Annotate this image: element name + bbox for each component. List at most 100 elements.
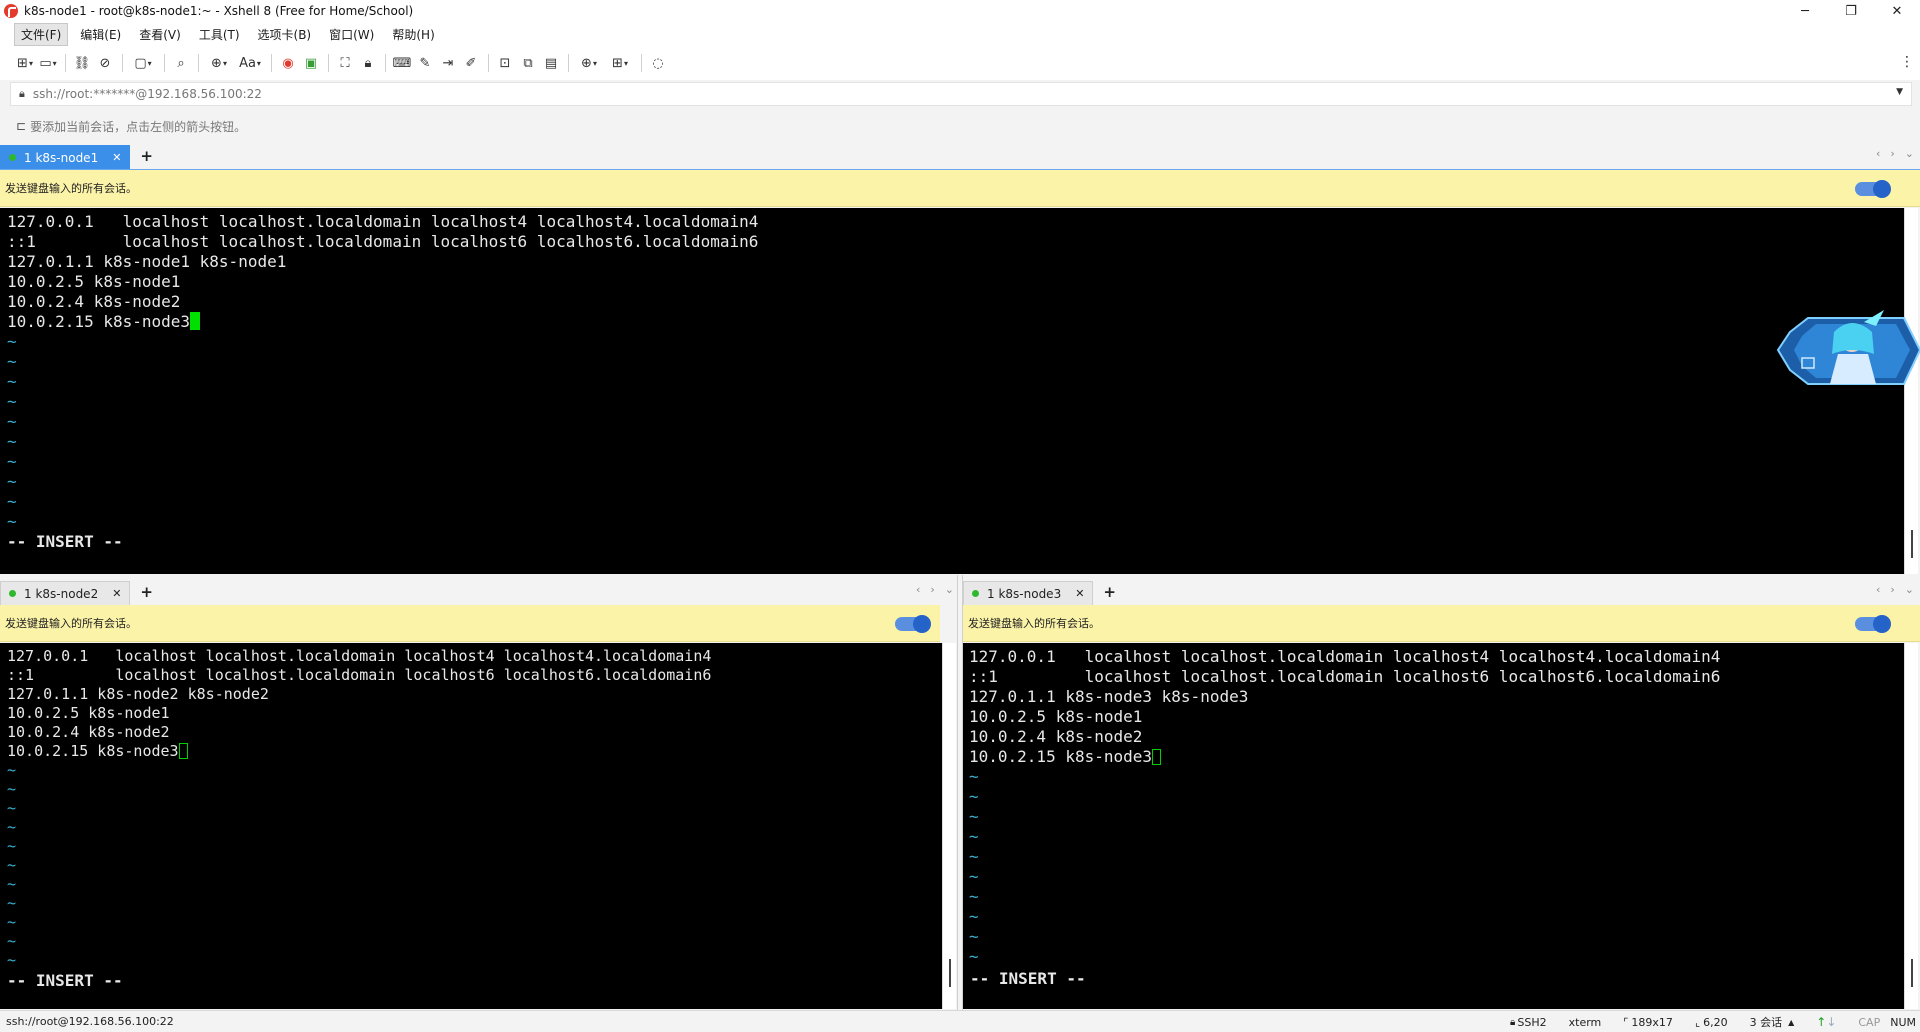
tab-group-icon[interactable]: ⧉	[517, 52, 539, 74]
send-all-toggle[interactable]	[1855, 180, 1891, 198]
vim-tilde-line: ~	[7, 799, 17, 817]
vertical-scrollbar[interactable]	[942, 643, 956, 1009]
scrollbar-thumb[interactable]	[1911, 530, 1913, 558]
vim-mode-line: -- INSERT --	[970, 969, 1086, 988]
vim-tilde-line: ~	[969, 767, 979, 786]
tab-k8s-node1[interactable]: 1 k8s-node1 ✕	[0, 145, 131, 169]
session-manager-icon[interactable]: ⊏	[16, 119, 26, 133]
menu-tools[interactable]: 工具(T)	[193, 24, 246, 45]
add-tab-button[interactable]: +	[140, 147, 153, 165]
vim-tilde-line: ~	[969, 887, 979, 906]
terminal-k8s-node2[interactable]: 127.0.0.1 localhost localhost.localdomai…	[0, 643, 942, 1009]
connected-status-dot	[9, 154, 16, 161]
close-tab-icon[interactable]: ✕	[112, 151, 121, 164]
keyboard-icon[interactable]: ⌨	[391, 52, 413, 74]
hosts-line: 10.0.2.4 k8s-node2	[7, 292, 181, 311]
more-options-icon[interactable]: ⋮	[1900, 54, 1914, 70]
reconnect-icon[interactable]: ⛓	[71, 52, 93, 74]
close-button[interactable]: ✕	[1874, 0, 1920, 22]
disconnect-icon[interactable]: ⊘	[94, 52, 116, 74]
vim-tilde-line: ~	[7, 492, 17, 511]
menu-edit[interactable]: 编辑(E)	[74, 24, 127, 45]
hosts-line: 127.0.1.1 k8s-node2 k8s-node2	[7, 685, 269, 703]
vim-tilde-line: ~	[7, 412, 17, 431]
hosts-line: 10.0.2.15 k8s-node3	[969, 747, 1153, 766]
send-all-toggle[interactable]	[1855, 615, 1891, 633]
chevron-down-icon[interactable]: ⌄	[1905, 147, 1914, 160]
globe-icon[interactable]: ⊕ ▾	[204, 52, 234, 74]
maximize-button[interactable]: ❐	[1828, 0, 1874, 22]
menu-tabs[interactable]: 选项卡(B)	[252, 24, 318, 45]
vim-tilde-line: ~	[969, 947, 979, 966]
hosts-line: 10.0.2.4 k8s-node2	[969, 727, 1143, 746]
lock-icon[interactable]: 🔒︎	[357, 52, 379, 74]
chevron-right-icon[interactable]: ›	[930, 583, 934, 596]
close-tab-icon[interactable]: ✕	[1075, 587, 1084, 600]
session-hint-bar: ⊏ 要添加当前会话，点击左侧的箭头按钮。	[0, 114, 1920, 138]
lock-icon: 🔒︎	[1510, 1016, 1516, 1028]
xshell-icon[interactable]: ◉	[277, 52, 299, 74]
vim-tilde-line: ~	[7, 761, 17, 779]
chevron-down-icon[interactable]: ⌄	[945, 583, 954, 596]
vertical-scrollbar[interactable]	[1904, 643, 1918, 1009]
message-icon[interactable]: ▤	[540, 52, 562, 74]
chevron-left-icon[interactable]: ‹	[1876, 147, 1880, 160]
vim-tilde-line: ~	[7, 352, 17, 371]
terminal-k8s-node1[interactable]: 127.0.0.1 localhost localhost.localdomai…	[0, 208, 1904, 574]
toolbar: ⊞ ▾ ▭ ▾ ⛓ ⊘ ▢ ▾ ⌕ ⊕ ▾ Aa ▾ ◉ ▣ ⛶ 🔒︎ ⌨ ✎ ⇥ ✐ ⊡…	[0, 46, 1920, 80]
terminal-size-indicator: ⌜ 189x17	[1623, 1016, 1673, 1029]
layout-icon[interactable]: ⊞ ▾	[605, 52, 635, 74]
add-tab-button[interactable]: +	[1103, 583, 1116, 601]
address-bar[interactable]: 🔒︎ ssh://root:*******@192.168.56.100:22 …	[10, 82, 1912, 106]
vim-tilde-line: ~	[7, 856, 17, 874]
toolbar-divider	[488, 54, 489, 72]
compose-icon[interactable]: ✎	[414, 52, 436, 74]
xshell-logo-icon	[4, 4, 18, 18]
window-controls: ─ ❐ ✕	[1782, 0, 1920, 22]
caps-lock-indicator: CAP	[1858, 1015, 1881, 1029]
menu-view[interactable]: 查看(V)	[133, 24, 187, 45]
vim-tilde-line: ~	[969, 907, 979, 926]
chevron-right-icon[interactable]: ›	[1890, 583, 1894, 596]
copy-icon[interactable]: ▢ ▾	[128, 52, 158, 74]
add-tab-button[interactable]: +	[140, 583, 153, 601]
chevron-left-icon[interactable]: ‹	[1876, 583, 1880, 596]
find-icon[interactable]: ⌕	[170, 52, 192, 74]
cursor-position: 6,20	[1703, 1015, 1728, 1029]
minimize-button[interactable]: ─	[1782, 0, 1828, 22]
send-all-toggle[interactable]	[895, 615, 931, 633]
vim-tilde-line: ~	[7, 913, 17, 931]
menu-help[interactable]: 帮助(H)	[386, 24, 440, 45]
hosts-line: ::1 localhost localhost.localdomain loca…	[969, 667, 1721, 686]
session-count-dropdown[interactable]: 3 会话 ▲	[1750, 1014, 1795, 1030]
fullscreen-icon[interactable]: ⛶	[334, 52, 356, 74]
script-icon[interactable]: ✐	[460, 52, 482, 74]
tab-k8s-node3[interactable]: 1 k8s-node3 ✕	[963, 581, 1094, 605]
new-tab-icon[interactable]: ⊡	[494, 52, 516, 74]
chat-icon[interactable]: ◌	[647, 52, 669, 74]
transfer-icon[interactable]: ⇥	[437, 52, 459, 74]
xftp-icon[interactable]: ▣	[300, 52, 322, 74]
hosts-line: 127.0.0.1 localhost localhost.localdomai…	[969, 647, 1721, 666]
tab-k8s-node2[interactable]: 1 k8s-node2 ✕	[0, 581, 131, 605]
cursor-position-indicator: ⌞ 6,20	[1695, 1016, 1728, 1029]
terminal-k8s-node3[interactable]: 127.0.0.1 localhost localhost.localdomai…	[963, 643, 1904, 1009]
font-icon[interactable]: Aa ▾	[235, 52, 265, 74]
menu-file[interactable]: 文件(F)	[14, 22, 69, 46]
chevron-right-icon[interactable]: ›	[1890, 147, 1894, 160]
scrollbar-thumb[interactable]	[1911, 959, 1913, 987]
chevron-left-icon[interactable]: ‹	[916, 583, 920, 596]
add-pane-icon[interactable]: ⊕ ▾	[574, 52, 604, 74]
open-folder-icon[interactable]: ▭ ▾	[37, 52, 59, 74]
vim-tilde-line: ~	[969, 867, 979, 886]
scrollbar-thumb[interactable]	[949, 959, 951, 987]
vim-tilde-line: ~	[7, 894, 17, 912]
chevron-down-icon[interactable]: ▼	[1896, 87, 1903, 97]
close-tab-icon[interactable]: ✕	[112, 587, 121, 600]
chevron-down-icon[interactable]: ⌄	[1905, 583, 1914, 596]
mascot-widget-icon[interactable]	[1772, 310, 1920, 392]
new-session-icon[interactable]: ⊞ ▾	[14, 52, 36, 74]
hosts-line: 10.0.2.4 k8s-node2	[7, 723, 170, 741]
menu-window[interactable]: 窗口(W)	[323, 24, 380, 45]
hosts-line: 10.0.2.15 k8s-node3	[7, 312, 191, 331]
